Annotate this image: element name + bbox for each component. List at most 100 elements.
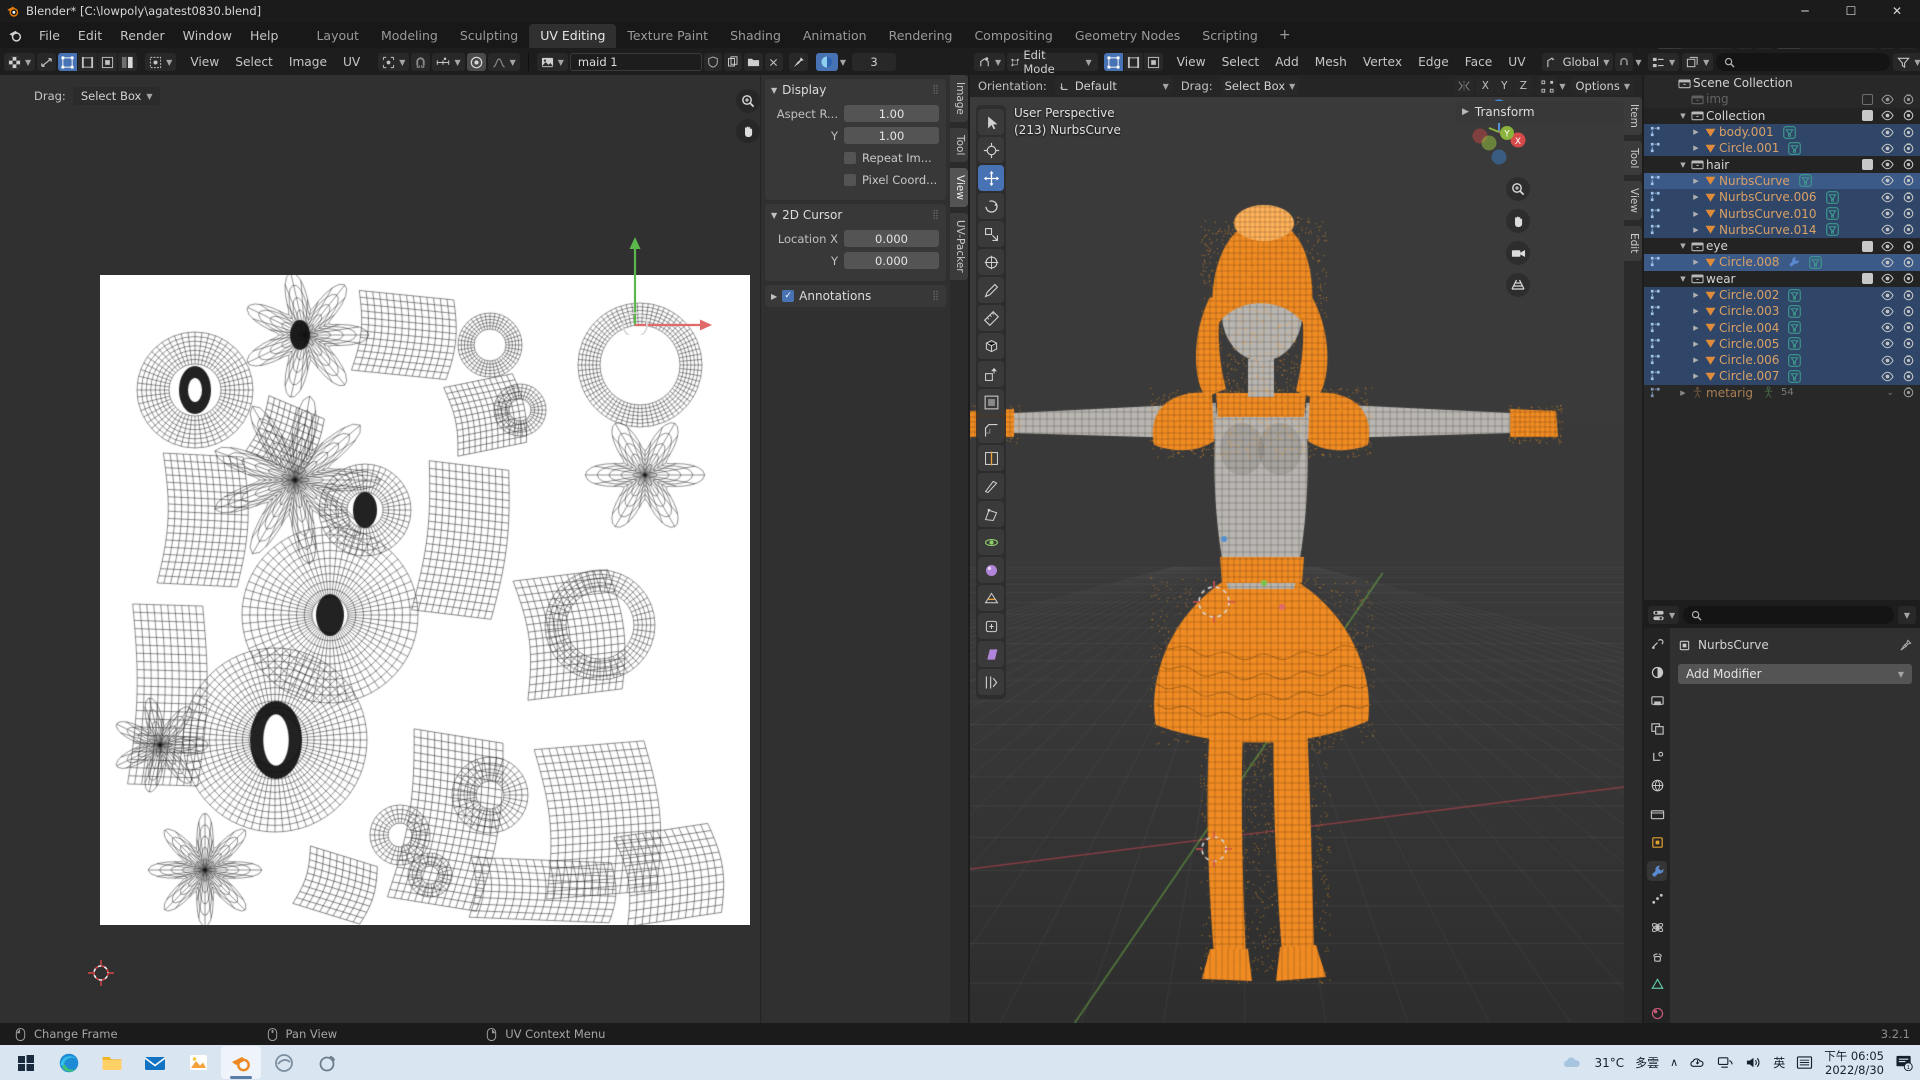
knife-tool-icon[interactable] <box>978 473 1004 499</box>
edge-browser-icon[interactable] <box>49 1046 89 1079</box>
disable-render-camera-icon[interactable] <box>1902 370 1915 383</box>
disable-render-camera-icon[interactable] <box>1902 337 1915 350</box>
transform-tool-icon[interactable] <box>978 249 1004 275</box>
properties-tab-constraints[interactable] <box>1647 947 1667 966</box>
mesh-green-icon[interactable] <box>1788 354 1801 367</box>
properties-tab-modifier[interactable] <box>1647 861 1667 880</box>
hide-viewport-eye-icon[interactable] <box>1881 354 1894 367</box>
chevron-down-icon[interactable]: ▼ <box>1677 112 1689 120</box>
camera-icon[interactable] <box>1506 241 1530 265</box>
smooth-tool-icon[interactable] <box>978 557 1004 583</box>
menu-help[interactable]: Help <box>241 25 288 46</box>
disable-render-camera-icon[interactable] <box>1902 191 1915 204</box>
workspace-tab-rendering[interactable]: Rendering <box>878 24 964 48</box>
outliner-filter-id-selector[interactable]: ▼ <box>1682 53 1713 71</box>
properties-tab-particles[interactable] <box>1647 890 1667 909</box>
orientation-selector[interactable]: Default ▼ <box>1055 77 1173 95</box>
uv-snap-target-selector[interactable]: ▼ <box>432 53 464 71</box>
maximize-button[interactable]: ☐ <box>1828 0 1874 22</box>
field-value[interactable]: 1.00 <box>844 105 939 122</box>
hide-viewport-eye-icon[interactable] <box>1881 109 1894 122</box>
disable-render-camera-icon[interactable] <box>1902 354 1915 367</box>
mirror-axis-x[interactable]: X <box>1476 77 1494 95</box>
network-icon[interactable] <box>1717 1055 1734 1070</box>
outliner-row[interactable]: ▼ wear <box>1644 271 1920 287</box>
tray-expand-chevron-icon[interactable]: ∧ <box>1670 1056 1678 1069</box>
chevron-right-icon[interactable]: ▶ <box>1690 226 1702 234</box>
hide-viewport-eye-icon[interactable] <box>1881 174 1894 187</box>
workspace-tab-sculpting[interactable]: Sculpting <box>449 24 529 48</box>
disable-render-camera-icon[interactable] <box>1902 126 1915 139</box>
hide-viewport-eye-icon[interactable] <box>1881 223 1894 236</box>
view3d-editor-type-selector[interactable]: ▼ <box>974 53 1005 71</box>
outliner-row[interactable]: ▶ Circle.008 <box>1644 254 1920 270</box>
rip-region-tool-icon[interactable] <box>978 669 1004 695</box>
properties-tab-physics[interactable] <box>1647 918 1667 937</box>
properties-tab-scene[interactable] <box>1647 748 1667 767</box>
properties-tab-output[interactable] <box>1647 691 1667 710</box>
panel-drag-handle[interactable]: ⣿ <box>932 210 940 220</box>
outliner-row[interactable]: ▶ NurbsCurve.014 <box>1644 222 1920 238</box>
view3d-sidebar-tab-tool[interactable]: Tool <box>1624 141 1642 175</box>
uv-editor-type-selector[interactable]: ▼ <box>4 53 35 71</box>
outliner-row[interactable]: ▼ Collection <box>1644 108 1920 124</box>
field-value[interactable]: 0.000 <box>844 230 939 247</box>
bevel-tool-icon[interactable] <box>978 417 1004 443</box>
pin-image-button[interactable] <box>789 53 808 71</box>
outliner-tree[interactable]: Scene Collection img ▼ Collection ▶ body.001 ▶… <box>1644 75 1920 600</box>
annotate-tool-icon[interactable] <box>978 277 1004 303</box>
view3d-menu-edge[interactable]: Edge <box>1410 53 1457 71</box>
uv-image-canvas[interactable] <box>100 275 750 925</box>
chevron-right-icon[interactable]: ▶ <box>1690 128 1702 136</box>
chevron-right-icon[interactable]: ▶ <box>1690 177 1702 185</box>
properties-search-input[interactable] <box>1683 606 1894 624</box>
outliner-row[interactable]: ▶ Circle.001 <box>1644 140 1920 156</box>
add-workspace-button[interactable]: + <box>1269 25 1301 45</box>
properties-editor-type-selector[interactable]: ▼ <box>1648 606 1679 624</box>
add-modifier-button[interactable]: Add Modifier ▼ <box>1678 664 1912 684</box>
collection-enable-checkbox[interactable] <box>1862 94 1873 105</box>
view3d-menu-view[interactable]: View <box>1169 53 1214 71</box>
disable-render-camera-icon[interactable] <box>1902 272 1915 285</box>
view3d-menu-mesh[interactable]: Mesh <box>1307 53 1355 71</box>
mesh-green-icon[interactable] <box>1788 305 1801 318</box>
uv-sticky-selection-selector[interactable]: ▼ <box>145 53 176 71</box>
outliner-row[interactable]: ▶ NurbsCurve.006 <box>1644 189 1920 205</box>
uv-falloff-selector[interactable]: ▼ <box>488 53 520 71</box>
hide-viewport-eye-icon[interactable] <box>1881 370 1894 383</box>
hide-viewport-eye-icon[interactable] <box>1881 93 1894 106</box>
chevron-right-icon[interactable]: ▶ <box>1690 291 1702 299</box>
disable-render-camera-icon[interactable] <box>1902 256 1915 269</box>
outliner-search-input[interactable] <box>1716 53 1890 71</box>
uv-face-select-button[interactable] <box>98 53 117 71</box>
field-value[interactable]: 0.000 <box>844 252 939 269</box>
mesh-green-icon[interactable] <box>1788 321 1801 334</box>
outliner-row[interactable]: ▶ NurbsCurve <box>1644 173 1920 189</box>
hide-viewport-eye-icon[interactable] <box>1881 305 1894 318</box>
chevron-right-icon[interactable]: ▶ <box>1690 193 1702 201</box>
volume-icon[interactable] <box>1745 1055 1762 1070</box>
hide-viewport-eye-icon[interactable] <box>1881 289 1894 302</box>
outliner-display-mode-selector[interactable]: ▼ <box>1648 53 1679 71</box>
mesh-green-icon[interactable] <box>1788 289 1801 302</box>
properties-tab-data[interactable] <box>1647 975 1667 994</box>
blender-taskbar-icon[interactable] <box>221 1046 261 1079</box>
chevron-right-icon[interactable]: ▶ <box>1690 307 1702 315</box>
mirror-axis-y[interactable]: Y <box>1495 77 1513 95</box>
rotate-tool-icon[interactable] <box>978 193 1004 219</box>
outliner-search-field[interactable] <box>1740 56 1882 68</box>
image-users-count[interactable]: 3 <box>852 53 896 71</box>
mesh-green-icon[interactable] <box>1799 174 1812 187</box>
properties-options-button[interactable]: ▼ <box>1898 606 1916 624</box>
uv-sidebar-tab-uv-packer[interactable]: UV-Packer <box>950 213 968 280</box>
move-tool-icon[interactable] <box>978 165 1004 191</box>
pan-hand-icon[interactable] <box>736 119 760 143</box>
hide-viewport-eye-icon[interactable] <box>1881 321 1894 334</box>
onedrive-icon[interactable] <box>1689 1055 1706 1070</box>
mail-icon[interactable] <box>135 1046 175 1079</box>
uv-menu-uv[interactable]: UV <box>335 53 368 71</box>
uv-sidebar-tab-tool[interactable]: Tool <box>950 128 968 162</box>
panel-header[interactable]: ▶ ✓ Annotations ⣿ <box>765 285 946 307</box>
field-value[interactable]: 1.00 <box>844 127 939 144</box>
poly-build-tool-icon[interactable] <box>978 501 1004 527</box>
